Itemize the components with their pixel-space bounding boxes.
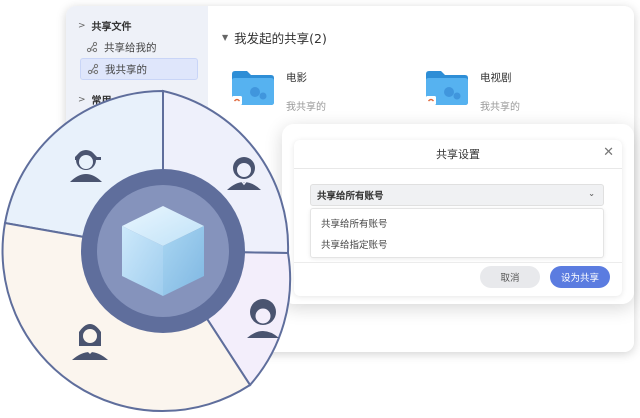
- chevron-right-icon: >: [78, 20, 86, 31]
- sidebar-section-shared-files[interactable]: > 共享文件: [78, 18, 132, 34]
- sidebar-item-my-shares[interactable]: 我共享的: [80, 58, 198, 80]
- share-scope-dropdown-menu: 共享给所有账号 共享给指定账号: [310, 208, 604, 258]
- caret-down-icon: ▼: [222, 33, 229, 42]
- sidebar-section-label: 共享文件: [91, 22, 132, 33]
- shares-group-header[interactable]: ▼ 我发起的共享(2): [222, 28, 327, 47]
- share-settings-dialog: 共享设置 ✕ 共享给所有账号 ⌄ 共享给所有账号 共享给指定账号 取消 设为共享: [294, 140, 622, 296]
- chevron-down-icon: ⌄: [588, 189, 595, 198]
- folder-name: 电影: [286, 72, 307, 84]
- sidebar-item-shared-with-me[interactable]: 共享给我的: [80, 36, 198, 58]
- divider: [294, 168, 622, 169]
- dropdown-option-specific-accounts[interactable]: 共享给指定账号: [321, 237, 388, 251]
- sidebar-item-label: 我共享的: [105, 63, 147, 76]
- folder-icon[interactable]: [424, 68, 470, 106]
- user-sharing-wheel-graphic: [1, 89, 292, 413]
- share-icon: [86, 41, 98, 53]
- cancel-button[interactable]: 取消: [480, 266, 540, 288]
- share-scope-select[interactable]: 共享给所有账号 ⌄: [310, 184, 604, 206]
- folder-subtitle: 我共享的: [480, 102, 520, 113]
- folder-name: 电视剧: [480, 72, 512, 84]
- dropdown-option-all-accounts[interactable]: 共享给所有账号: [321, 216, 388, 230]
- sidebar-item-label: 共享给我的: [104, 41, 157, 54]
- divider: [294, 262, 622, 263]
- page-title: 我发起的共享(2): [234, 31, 327, 46]
- dialog-title: 共享设置: [436, 148, 480, 161]
- share-icon: [87, 63, 99, 75]
- set-share-button[interactable]: 设为共享: [550, 266, 610, 288]
- close-icon[interactable]: ✕: [603, 145, 614, 160]
